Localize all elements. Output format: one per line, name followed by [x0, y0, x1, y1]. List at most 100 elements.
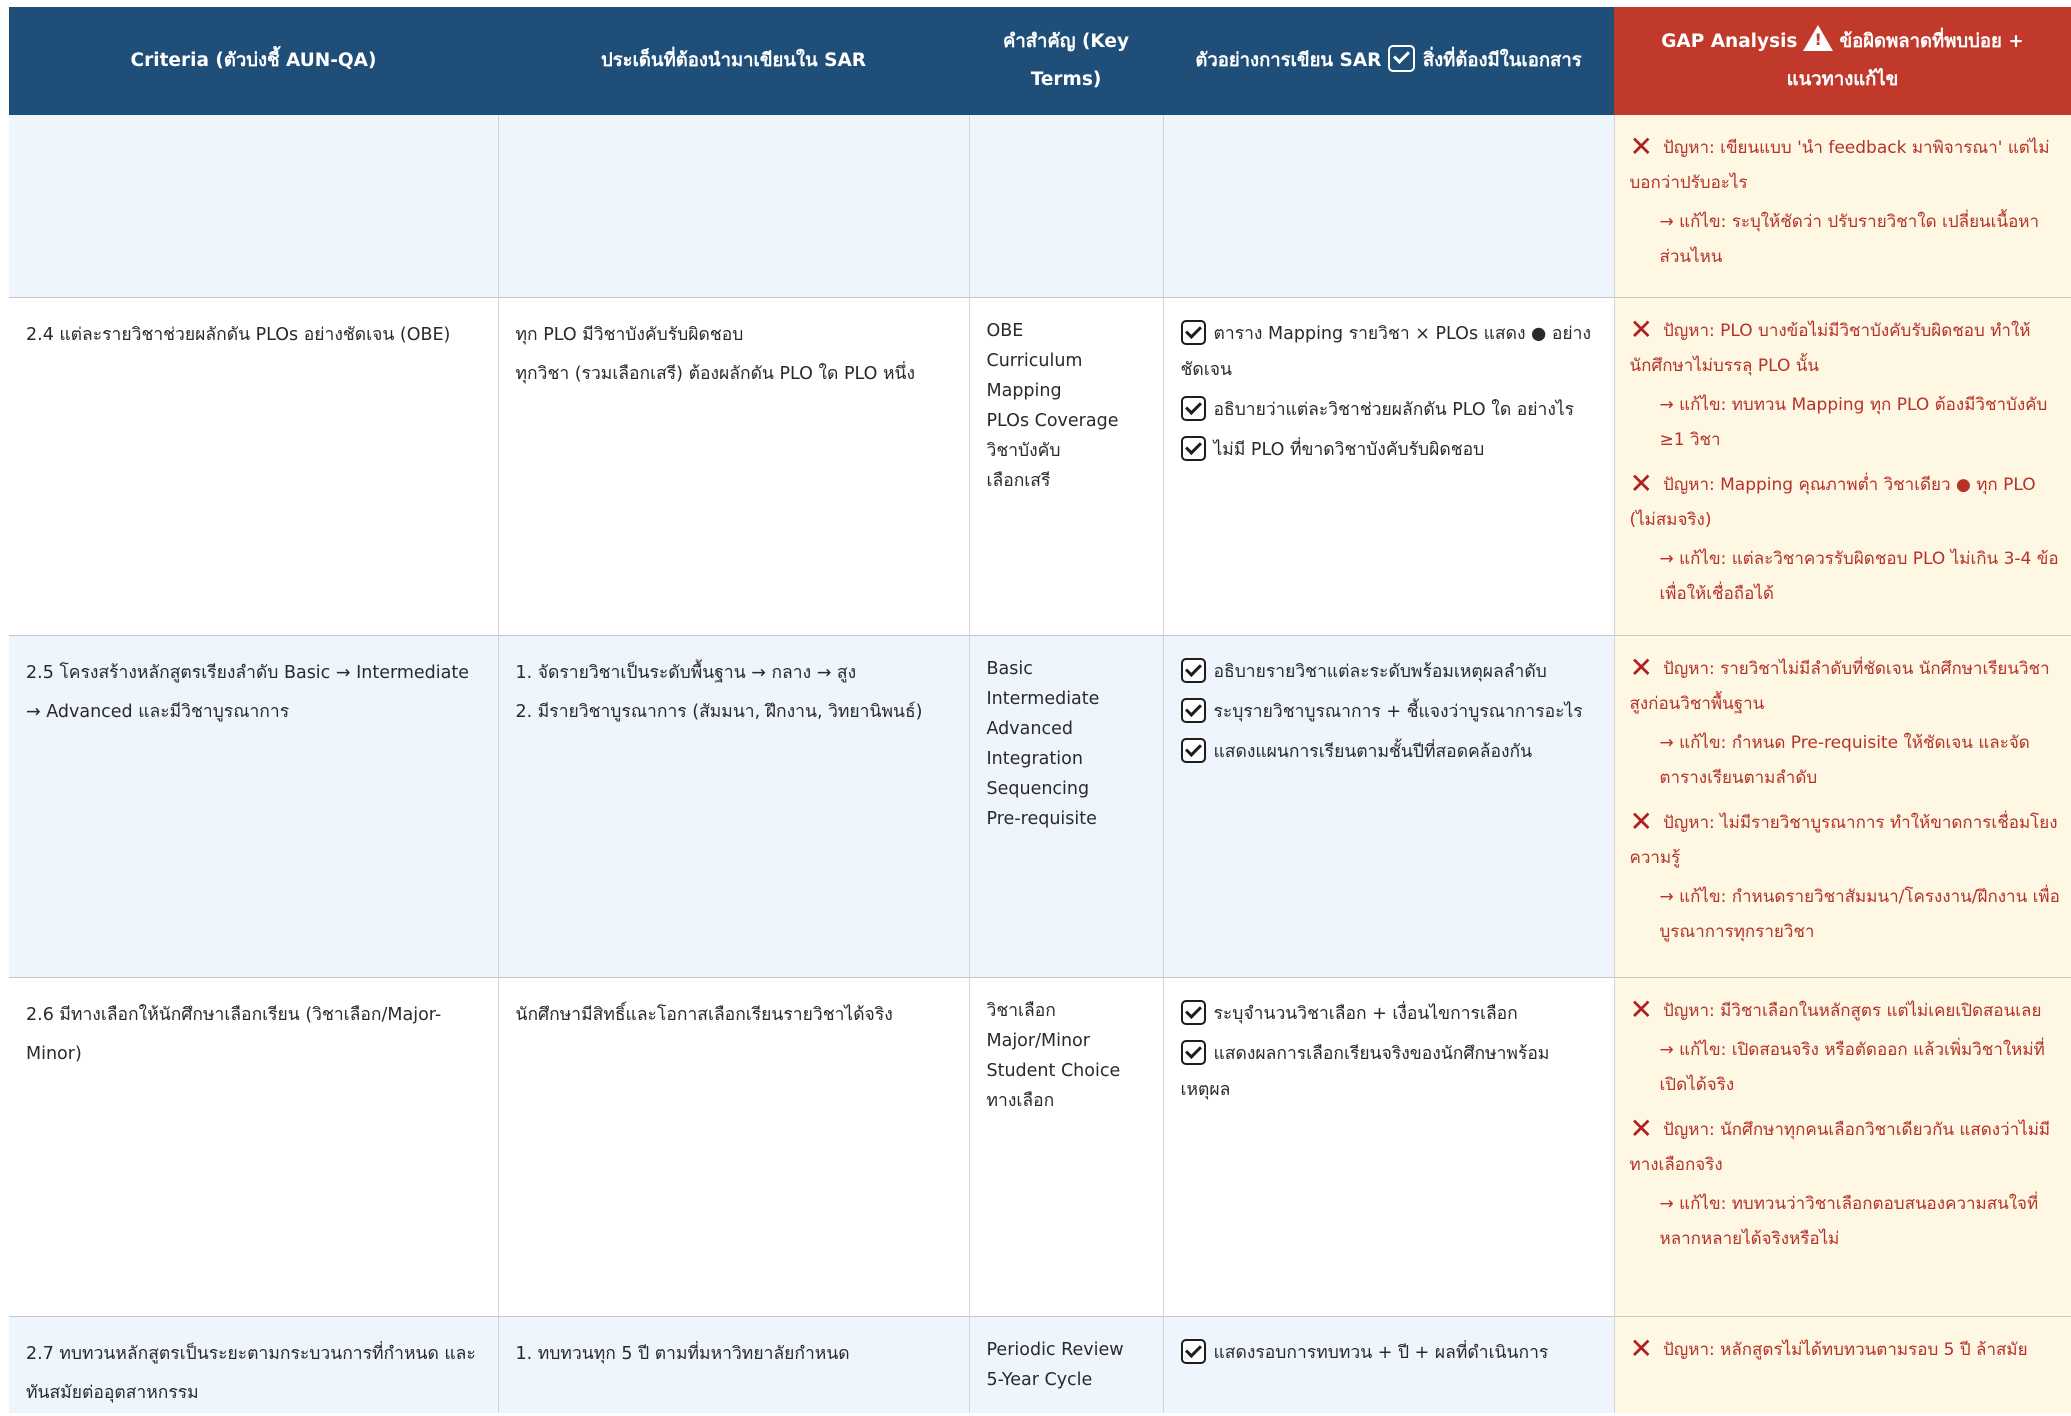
keyterm-text: Intermediate — [986, 688, 1100, 709]
example-item: แสดงผลการเลือกเรียนจริงของนักศึกษาพร้อมเ… — [1180, 1036, 1598, 1108]
checkbox-icon — [1180, 1338, 1206, 1364]
gap-item: ✕ ปัญหา: เขียนแบบ 'นำ feedback มาพิจารณา'… — [1630, 129, 2064, 275]
issue-text: ทุกวิชา (รวมเลือกเสรี) ต้องผลักดัน PLO ใ… — [515, 363, 916, 384]
header-examples-suffix: สิ่งที่ต้องมีในเอกสาร — [1422, 50, 1582, 71]
example-item: ตาราง Mapping รายวิชา × PLOs แสดง ● อย่า… — [1180, 316, 1598, 388]
issues-cell: 1. ทบทวนทุก 5 ปี ตามที่มหาวิทยาลัยกำหนด — [497, 1316, 969, 1413]
gap-problem-text: ปัญหา: นักศึกษาทุกคนเลือกวิชาเดียวกัน แส… — [1629, 1119, 2051, 1175]
table-row: 2.6 มีทางเลือกให้นักศึกษาเลือกเรียน (วิช… — [9, 977, 2071, 1316]
example-item: อธิบายรายวิชาแต่ละระดับพร้อมเหตุผลลำดับ — [1180, 654, 1598, 690]
keyterm-text: Basic — [986, 658, 1033, 679]
header-keyterms: คำสำคัญ (Key Terms) — [969, 7, 1163, 115]
header-examples-prefix: ตัวอย่างการเขียน SAR — [1195, 50, 1382, 71]
gap-fix-text: → แก้ไข: เปิดสอนจริง หรือตัดออก แล้วเพิ่… — [1659, 1039, 2045, 1095]
checkbox-icon — [1387, 45, 1415, 72]
keyterm-text: วิชาบังคับ — [986, 440, 1061, 461]
gap-fix-text: → แก้ไข: กำหนดรายวิชาสัมมนา/โครงงาน/ฝึกง… — [1659, 886, 2060, 942]
header-gap: GAP Analysisข้อผิดพลาดที่พบบ่อย + แนวทาง… — [1614, 7, 2071, 115]
issues-cell: นักศึกษามีสิทธิ์และโอกาสเลือกเรียนรายวิช… — [497, 977, 969, 1316]
example-text: ตาราง Mapping รายวิชา × PLOs แสดง ● อย่า… — [1180, 323, 1592, 380]
keyterm-text: เลือกเสรี — [986, 470, 1051, 491]
keyterm-text: OBE — [986, 320, 1024, 341]
checkbox-icon — [1180, 319, 1206, 345]
gap-problem-text: ปัญหา: หลักสูตรไม่ได้ทบทวนตามรอบ 5 ปี ล้… — [1662, 1339, 2028, 1360]
example-text: อธิบายรายวิชาแต่ละระดับพร้อมเหตุผลลำดับ — [1213, 661, 1547, 682]
keyterms-cell: Periodic Review 5-Year Cycle — [968, 1316, 1163, 1413]
keyterm-text: Curriculum — [986, 350, 1083, 371]
gap-item: ✕ ปัญหา: Mapping คุณภาพต่ำ วิชาเดียว ● ทุ… — [1630, 466, 2064, 612]
examples-cell: อธิบายรายวิชาแต่ละระดับพร้อมเหตุผลลำดับร… — [1162, 635, 1614, 977]
x-mark-icon: ✕ — [1629, 1331, 1653, 1365]
example-text: แสดงรอบการทบทวน + ปี + ผลที่ดำเนินการ — [1213, 1342, 1549, 1363]
header-criteria: Criteria (ตัวบ่งชี้ AUN-QA) — [9, 7, 498, 115]
gap-item: ✕ ปัญหา: หลักสูตรไม่ได้ทบทวนตามรอบ 5 ปี ล… — [1630, 1331, 2064, 1368]
x-mark-icon: ✕ — [1629, 312, 1653, 346]
criteria-cell: 2.7 ทบทวนหลักสูตรเป็นระยะตามกระบวนการที่… — [9, 1316, 498, 1413]
examples-cell: ระบุจำนวนวิชาเลือก + เงื่อนไขการเลือกแสด… — [1162, 977, 1614, 1316]
criteria-cell — [9, 115, 498, 297]
keyterm-text: ทางเลือก — [986, 1090, 1055, 1111]
keyterm-text: 5-Year Cycle — [986, 1369, 1093, 1390]
gap-problem-text: ปัญหา: รายวิชาไม่มีลำดับที่ชัดเจน นักศึก… — [1629, 658, 2050, 714]
keyterm-text: Sequencing — [986, 778, 1090, 799]
keyterm-text: Major/Minor — [986, 1030, 1090, 1051]
table-header: Criteria (ตัวบ่งชี้ AUN-QA) ประเด็นที่ต้… — [9, 7, 2071, 115]
examples-cell: แสดงรอบการทบทวน + ปี + ผลที่ดำเนินการ — [1162, 1316, 1614, 1413]
gap-item: ✕ ปัญหา: ไม่มีรายวิชาบูรณาการ ทำให้ขาดการ… — [1630, 804, 2064, 950]
table-body: ✕ ปัญหา: เขียนแบบ 'นำ feedback มาพิจารณา'… — [9, 115, 2071, 1413]
checkbox-icon — [1180, 1039, 1206, 1065]
keyterm-text: PLOs Coverage — [986, 410, 1119, 431]
gap-fix-text: → แก้ไข: ระบุให้ชัดว่า ปรับรายวิชาใด เปล… — [1659, 212, 2040, 267]
checkbox-icon — [1180, 737, 1206, 763]
table-row: 2.4 แต่ละรายวิชาช่วยผลักดัน PLOs อย่างชั… — [9, 297, 2071, 635]
x-mark-icon: ✕ — [1629, 804, 1653, 838]
example-text: แสดงผลการเลือกเรียนจริงของนักศึกษาพร้อมเ… — [1180, 1043, 1550, 1100]
keyterms-cell: วิชาเลือก Major/Minor Student Choice ทางเลื… — [968, 977, 1163, 1316]
checkbox-icon — [1180, 999, 1206, 1025]
gap-problem-text: ปัญหา: PLO บางข้อไม่มีวิชาบังคับรับผิดชอ… — [1629, 320, 2031, 376]
example-text: แสดงแผนการเรียนตามชั้นปีที่สอดคล้องกัน — [1213, 741, 1533, 762]
gap-cell: ✕ ปัญหา: มีวิชาเลือกในหลักสูตร แต่ไม่เคยเ… — [1613, 977, 2071, 1316]
header-issues: ประเด็นที่ต้องนำมาเขียนใน SAR — [498, 7, 969, 115]
gap-fix-text: → แก้ไข: ทบทวน Mapping ทุก PLO ต้องมีวิช… — [1659, 394, 2048, 450]
keyterm-text: Periodic Review — [986, 1339, 1124, 1360]
checkbox-icon — [1180, 395, 1206, 421]
example-text: ระบุจำนวนวิชาเลือก + เงื่อนไขการเลือก — [1213, 1003, 1518, 1024]
table-row: 2.5 โครงสร้างหลักสูตรเรียงลำดับ Basic → … — [9, 635, 2071, 977]
example-text: ระบุรายวิชาบูรณาการ + ชี้แจงว่าบูรณาการอ… — [1213, 701, 1583, 722]
example-item: แสดงรอบการทบทวน + ปี + ผลที่ดำเนินการ — [1180, 1335, 1598, 1371]
gap-fix-text: → แก้ไข: แต่ละวิชาควรรับผิดชอบ PLO ไม่เก… — [1659, 548, 2059, 604]
issue-text: 1. จัดรายวิชาเป็นระดับพื้นฐาน → กลาง → ส… — [515, 662, 857, 683]
checkbox-icon — [1180, 435, 1206, 461]
issue-text: 1. ทบทวนทุก 5 ปี ตามที่มหาวิทยาลัยกำหนด — [515, 1343, 850, 1364]
gap-problem-text: ปัญหา: มีวิชาเลือกในหลักสูตร แต่ไม่เคยเป… — [1662, 1000, 2042, 1021]
gap-problem-text: ปัญหา: เขียนแบบ 'นำ feedback มาพิจารณา' … — [1629, 138, 2050, 193]
issues-cell: 1. จัดรายวิชาเป็นระดับพื้นฐาน → กลาง → ส… — [497, 635, 969, 977]
x-mark-icon: ✕ — [1629, 466, 1653, 500]
x-mark-icon: ✕ — [1629, 130, 1653, 163]
keyterms-cell: Basic Intermediate Advanced Integration Sequ… — [968, 635, 1163, 977]
example-item: แสดงแผนการเรียนตามชั้นปีที่สอดคล้องกัน — [1180, 734, 1598, 770]
example-text: อธิบายว่าแต่ละวิชาช่วยผลักดัน PLO ใด อย่… — [1213, 399, 1575, 420]
examples-cell — [1162, 115, 1614, 297]
example-item: อธิบายว่าแต่ละวิชาช่วยผลักดัน PLO ใด อย่… — [1180, 392, 1598, 428]
gap-cell: ✕ ปัญหา: เขียนแบบ 'นำ feedback มาพิจารณา'… — [1613, 115, 2071, 297]
x-mark-icon: ✕ — [1629, 1111, 1653, 1145]
issues-cell — [497, 115, 969, 297]
gap-cell: ✕ ปัญหา: หลักสูตรไม่ได้ทบทวนตามรอบ 5 ปี ล… — [1613, 1316, 2071, 1413]
issues-cell: ทุก PLO มีวิชาบังคับรับผิดชอบ ทุกวิชา (รว… — [497, 297, 969, 635]
example-item: ไม่มี PLO ที่ขาดวิชาบังคับรับผิดชอบ — [1180, 432, 1598, 468]
gap-fix-text: → แก้ไข: ทบทวนว่าวิชาเลือกตอบสนองความสนใ… — [1659, 1193, 2039, 1249]
gap-item: ✕ ปัญหา: รายวิชาไม่มีลำดับที่ชัดเจน นักศึ… — [1630, 650, 2064, 796]
keyterms-cell — [968, 115, 1163, 297]
gap-cell: ✕ ปัญหา: PLO บางข้อไม่มีวิชาบังคับรับผิดช… — [1613, 297, 2071, 635]
issue-text: นักศึกษามีสิทธิ์และโอกาสเลือกเรียนรายวิช… — [515, 1004, 893, 1025]
gap-cell: ✕ ปัญหา: รายวิชาไม่มีลำดับที่ชัดเจน นักศึ… — [1613, 635, 2071, 977]
issue-text: 2. มีรายวิชาบูรณาการ (สัมมนา, ฝึกงาน, วิ… — [515, 701, 923, 722]
example-item: ระบุจำนวนวิชาเลือก + เงื่อนไขการเลือก — [1180, 996, 1598, 1032]
checkbox-icon — [1180, 697, 1206, 723]
examples-cell: ตาราง Mapping รายวิชา × PLOs แสดง ● อย่า… — [1162, 297, 1614, 635]
keyterm-text: Mapping — [986, 380, 1062, 401]
keyterm-text: Pre-requisite — [986, 808, 1097, 829]
criteria-text: 2.4 แต่ละรายวิชาช่วยผลักดัน PLOs อย่างชั… — [26, 324, 451, 345]
